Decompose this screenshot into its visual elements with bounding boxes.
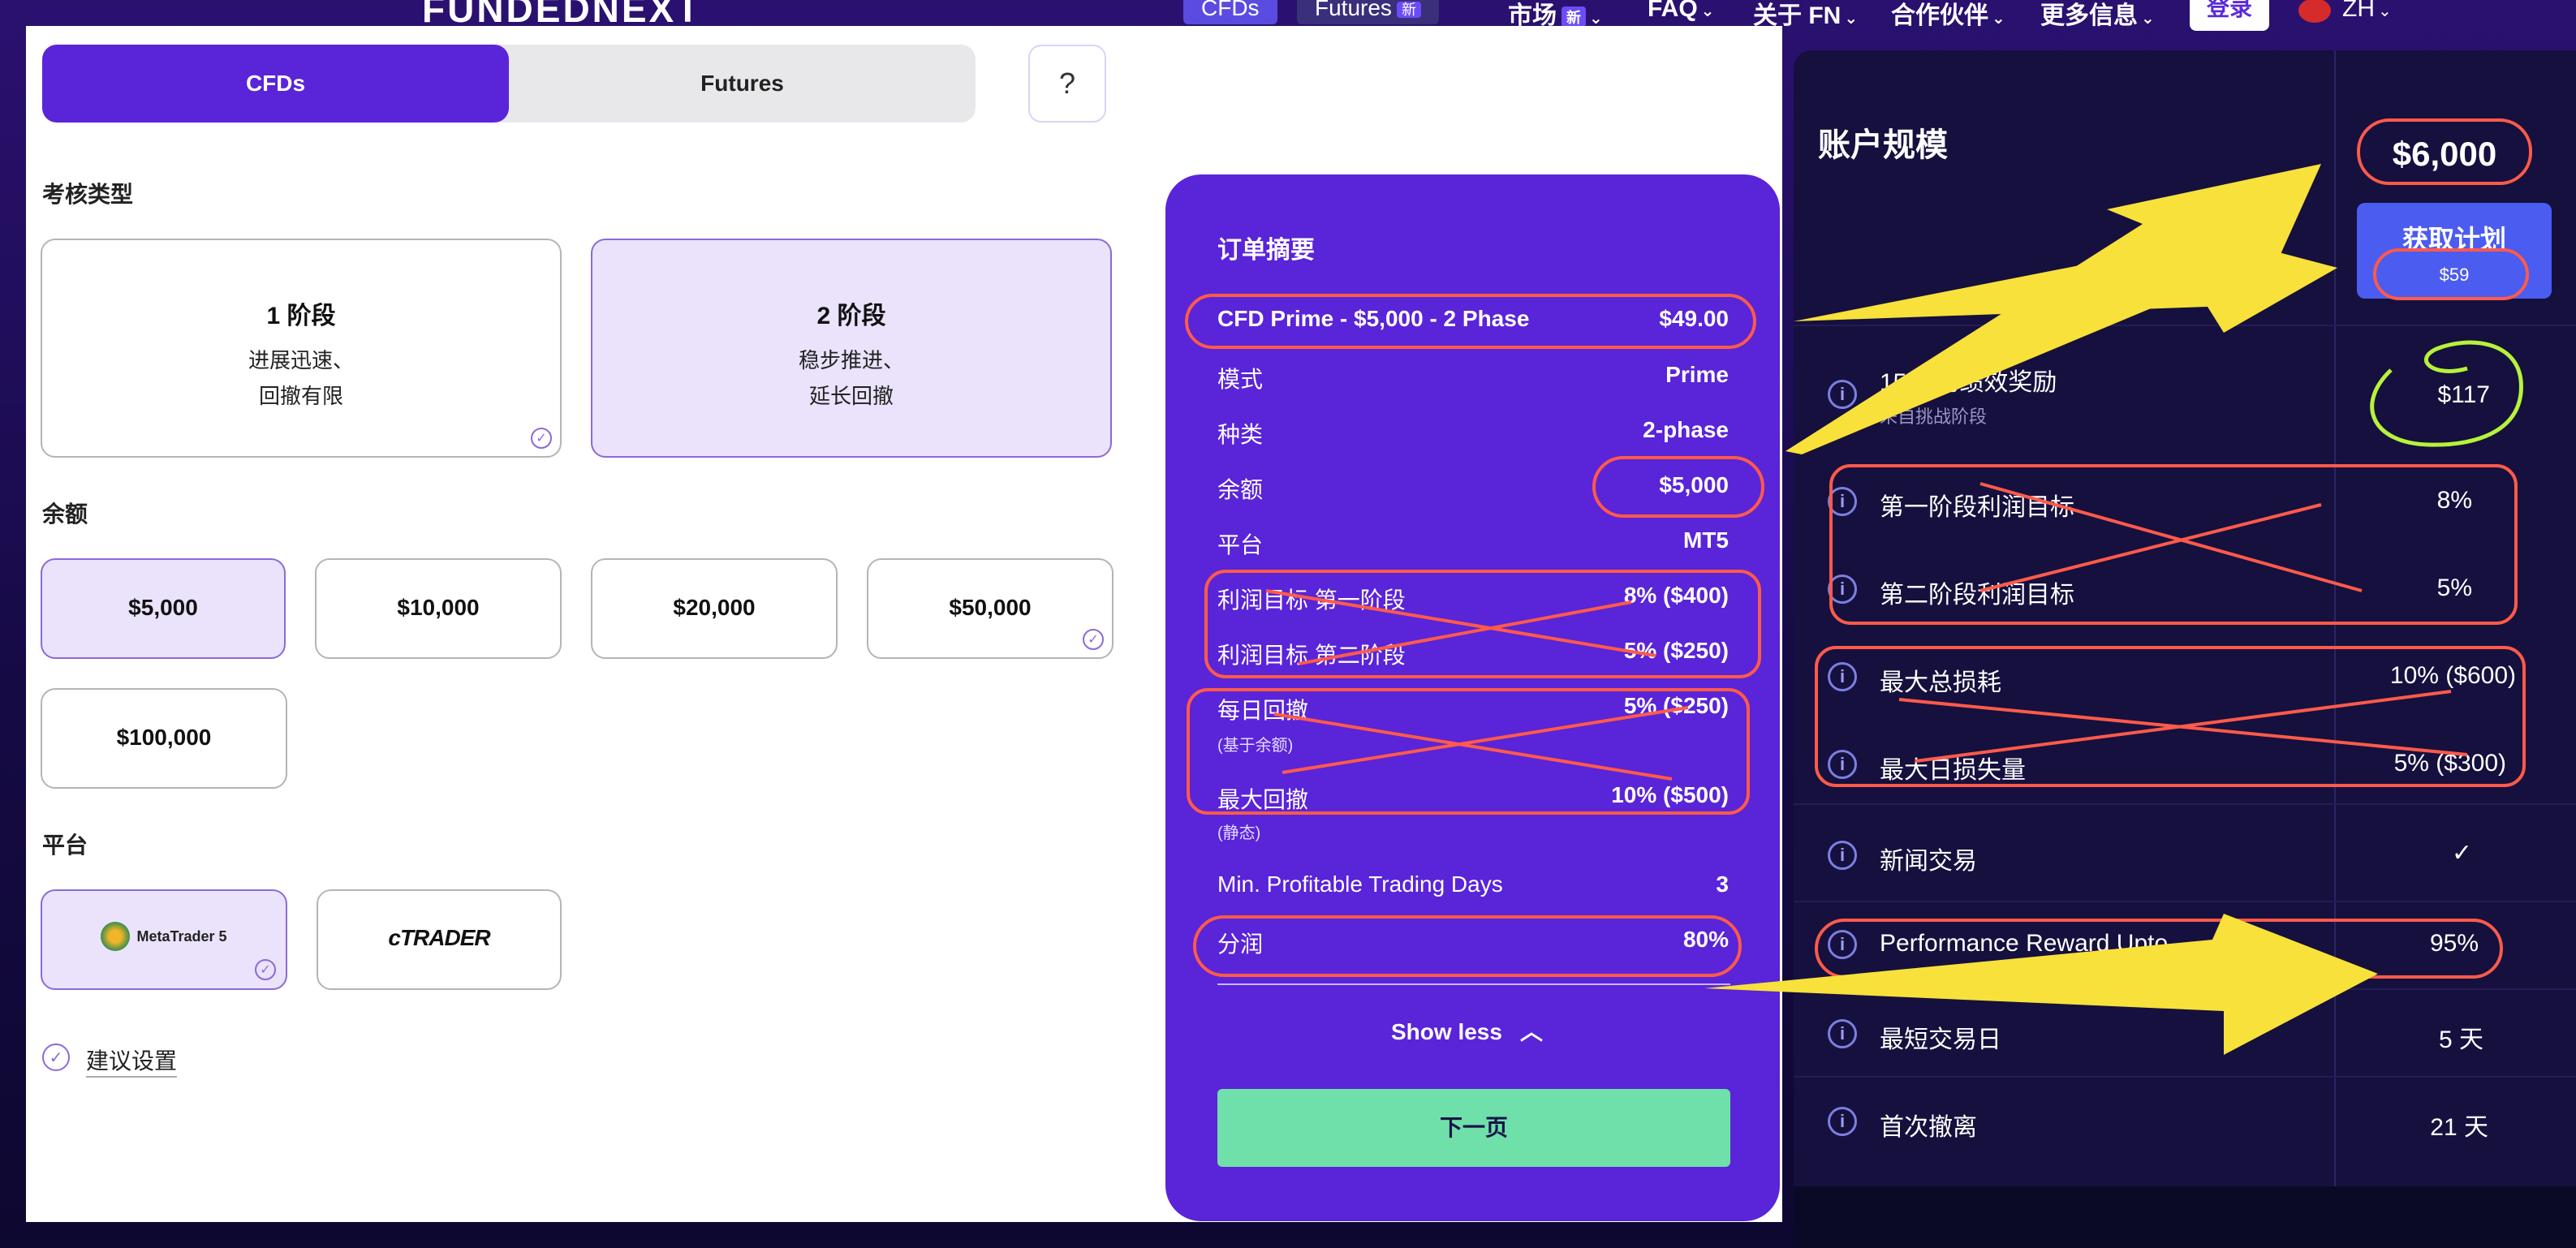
row-separator [1794, 325, 2576, 326]
summary-row-value: 3 [1716, 871, 1729, 897]
annotation-rect [1829, 464, 2518, 625]
card-desc-line: 延长回撤 [808, 384, 894, 408]
recommended-settings-link[interactable]: 建议设置 [86, 1044, 178, 1078]
check-circle-icon: ✓ [42, 1044, 70, 1071]
nav-more-label: 更多信息 [2040, 2, 2138, 29]
annotation-oval [1193, 915, 1742, 977]
card-desc: 稳步推进、 延长回撤 [592, 342, 1110, 414]
account-size-title: 账户规模 [1818, 127, 1948, 163]
language-label: ZH [2342, 0, 2375, 22]
annotation-oval [2373, 248, 2529, 300]
platform-ctrader-card[interactable]: cTRADER [317, 889, 562, 990]
check-circle-icon: ✓ [1083, 629, 1104, 650]
summary-row-label: Min. Profitable Trading Days [1217, 871, 1503, 897]
language-selector[interactable]: ZH ⌄ [2342, 0, 2392, 23]
nav-faq[interactable]: FAQ ⌄ [1648, 0, 1714, 23]
check-circle-icon: ✓ [531, 428, 552, 449]
feature-label: 新闻交易 [1880, 848, 1977, 875]
nav-pill-futures-label: Futures [1315, 0, 1392, 20]
info-icon[interactable]: i [1828, 1019, 1857, 1048]
summary-row-value: Prime [1665, 362, 1729, 387]
nav-faq-label: FAQ [1648, 0, 1698, 22]
platform-label: 平台 [42, 833, 88, 858]
check-circle-icon: ✓ [255, 959, 276, 980]
feature-label: 首次撤离 [1880, 1114, 1977, 1141]
feature-value: 5 天 [2438, 1026, 2483, 1053]
summary-divider [1217, 983, 1730, 985]
tab-futures[interactable]: Futures [509, 45, 976, 123]
annotation-oval [1185, 294, 1756, 349]
row-separator [1794, 988, 2576, 990]
help-button[interactable]: ? [1028, 45, 1106, 123]
chevron-up-icon: ︿ [1519, 1019, 1543, 1044]
row-separator [1794, 901, 2576, 902]
tab-cfds[interactable]: CFDs [42, 45, 509, 123]
feature-label: 最短交易日 [1880, 1026, 2001, 1053]
show-less-toggle[interactable]: Show less ︿ [1391, 1014, 1543, 1047]
card-title: 1 阶段 [266, 303, 336, 329]
card-title: 2 阶段 [816, 303, 886, 329]
assessment-2-phase-card[interactable]: 2 阶段 稳步推进、延长回撤 [591, 239, 1112, 458]
chevron-down-icon: ⌄ [1700, 2, 1715, 20]
show-less-label: Show less [1391, 1019, 1502, 1044]
annotation-oval [1592, 456, 1764, 518]
feature-sublabel: 来自挑战阶段 [1880, 407, 1988, 427]
feature-value: 21 天 [2430, 1114, 2488, 1141]
balance-option-100000[interactable]: $100,000 [41, 688, 287, 789]
metatrader-logo-icon [101, 922, 131, 951]
page-footer-strip [1794, 1186, 2576, 1248]
chevron-down-icon: ⌄ [1992, 10, 2005, 28]
card-desc-line: 稳步推进、 [798, 348, 904, 372]
next-page-button[interactable]: 下一页 [1217, 1089, 1730, 1167]
nav-more[interactable]: 更多信息 ⌄ [2040, 0, 2155, 31]
assessment-1-phase-card[interactable]: 1 阶段 进展迅速、回撤有限 [41, 239, 562, 458]
assessment-type-label: 考核类型 [42, 182, 134, 207]
info-icon[interactable]: i [1828, 841, 1857, 870]
balance-label: 余额 [42, 501, 88, 527]
summary-row-note: (静态) [1217, 824, 1261, 842]
order-summary-title: 订单摘要 [1217, 237, 1315, 264]
nav-pill-cfds[interactable]: CFDs [1183, 0, 1277, 24]
summary-row-label: 平台 [1217, 532, 1264, 557]
balance-option-5000[interactable]: $5,000 [41, 558, 286, 659]
summary-row-value: MT5 [1683, 527, 1729, 553]
chevron-down-icon: ⌄ [1844, 10, 1859, 28]
chevron-down-icon: ⌄ [1589, 10, 1603, 28]
summary-row-value: 2-phase [1643, 417, 1729, 442]
annotation-rect [1187, 688, 1750, 815]
balance-option-20000[interactable]: $20,000 [591, 558, 838, 659]
chevron-down-icon: ⌄ [2141, 10, 2155, 28]
login-button[interactable]: 登录 [2190, 0, 2269, 31]
info-icon[interactable]: i [1828, 380, 1857, 409]
annotation-rect [1204, 570, 1761, 678]
nav-pill-futures[interactable]: Futures 新 [1297, 0, 1439, 24]
annotation-oval [1815, 919, 2503, 979]
nav-partner[interactable]: 合作伙伴 ⌄ [1891, 0, 2005, 31]
summary-row-label: 种类 [1217, 422, 1264, 447]
checkmark-icon: ✓ [2451, 840, 2472, 867]
ctrader-logo-text: cTRADER [388, 925, 490, 950]
card-desc-line: 进展迅速、 [248, 348, 354, 372]
row-separator [1794, 1076, 2576, 1078]
nav-partner-label: 合作伙伴 [1891, 2, 1988, 29]
mt5-logo-text: MetaTrader 5 [136, 927, 227, 945]
feature-label: 15% 的绩效奖励 [1880, 369, 2057, 396]
chevron-down-icon: ⌄ [2378, 2, 2392, 20]
balance-option-50000[interactable]: $50,000 [867, 558, 1114, 659]
feature-value: $117 [2437, 381, 2490, 408]
summary-row-label: 模式 [1217, 367, 1264, 392]
platform-mt5-card[interactable]: MetaTrader 5 [41, 889, 287, 990]
new-badge: 新 [1396, 1, 1421, 18]
card-desc-line: 回撤有限 [258, 384, 343, 408]
new-badge: 新 [1562, 6, 1586, 28]
summary-row-label: 余额 [1217, 477, 1264, 502]
balance-option-10000[interactable]: $10,000 [315, 558, 562, 659]
info-icon[interactable]: i [1828, 1107, 1857, 1136]
row-separator [1794, 803, 2576, 805]
card-desc: 进展迅速、 回撤有限 [42, 342, 560, 414]
annotation-oval [2357, 118, 2532, 185]
annotation-rect [1815, 646, 2526, 787]
